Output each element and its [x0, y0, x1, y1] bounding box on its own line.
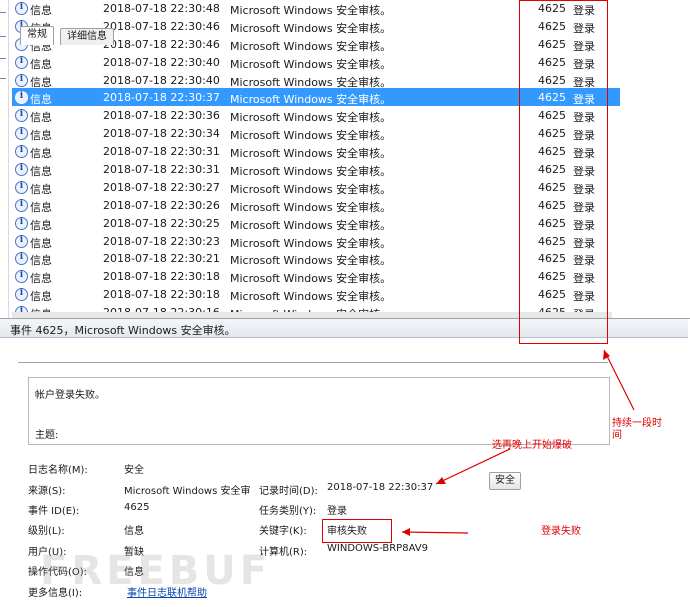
- subject-label: 主题:: [35, 430, 59, 441]
- level-label: 级别(L):: [28, 526, 65, 537]
- log-name-value: 安全: [124, 465, 144, 476]
- info-icon: [15, 163, 28, 177]
- keywords-label: 关键字(K):: [259, 526, 307, 537]
- date-cell: 2018-07-18 22:30:40: [103, 73, 220, 87]
- date-cell: 2018-07-18 22:30:46: [103, 37, 220, 51]
- source-cell: Microsoft Windows 安全审核。: [230, 75, 392, 89]
- task-value: 登录: [327, 506, 347, 517]
- message-box[interactable]: 帐户登录失败。 主题:: [28, 377, 610, 445]
- level-cell: 信息: [30, 4, 52, 17]
- info-icon: [15, 91, 28, 105]
- date-cell: 2018-07-18 22:30:25: [103, 216, 220, 230]
- task-label: 任务类别(Y):: [259, 506, 317, 517]
- info-icon: [15, 252, 28, 266]
- level-cell: 信息: [30, 129, 52, 143]
- info-icon: [15, 127, 28, 141]
- left-tree-strip: [0, 0, 9, 318]
- info-icon: [15, 216, 28, 230]
- source-cell: Microsoft Windows 安全审核。: [230, 200, 392, 214]
- tree-mark: [0, 58, 6, 59]
- event-id-value: 4625: [124, 502, 150, 513]
- tab-general[interactable]: 常规: [20, 26, 54, 45]
- date-cell: 2018-07-18 22:30:23: [103, 234, 220, 248]
- source-value: Microsoft Windows 安全审: [124, 486, 251, 497]
- date-cell: 2018-07-18 22:30:34: [103, 127, 220, 141]
- date-cell: 2018-07-18 22:30:26: [103, 198, 220, 212]
- copy-button[interactable]: 安全: [489, 472, 521, 490]
- event-id-highlight-box: [519, 0, 608, 344]
- source-cell: Microsoft Windows 安全审核。: [230, 21, 392, 35]
- info-icon: [15, 198, 28, 212]
- info-icon: [15, 234, 28, 248]
- source-cell: Microsoft Windows 安全审核。: [230, 4, 392, 17]
- annotation-night-attack: 选再晚上开始爆破: [492, 440, 572, 451]
- level-cell: 信息: [30, 111, 52, 125]
- source-label: 来源(S):: [28, 486, 66, 497]
- date-cell: 2018-07-18 22:30:18: [103, 270, 220, 284]
- source-cell: Microsoft Windows 安全审核。: [230, 39, 392, 53]
- source-cell: Microsoft Windows 安全审核。: [230, 147, 392, 161]
- tree-mark: [0, 36, 6, 37]
- source-cell: Microsoft Windows 安全审核。: [230, 57, 392, 71]
- log-name-label: 日志名称(M):: [28, 465, 88, 476]
- level-cell: 信息: [30, 218, 52, 232]
- level-cell: 信息: [30, 182, 52, 196]
- date-cell: 2018-07-18 22:30:27: [103, 180, 220, 194]
- source-cell: Microsoft Windows 安全审核。: [230, 182, 392, 196]
- watermark: FREEBUF: [40, 548, 272, 594]
- date-cell: 2018-07-18 22:30:31: [103, 145, 220, 159]
- date-cell: 2018-07-18 22:30:31: [103, 163, 220, 177]
- logged-value: 2018-07-18 22:30:37: [327, 482, 434, 493]
- date-cell: 2018-07-18 22:30:36: [103, 109, 220, 123]
- logged-label: 记录时间(D):: [259, 486, 318, 497]
- info-icon: [15, 288, 28, 302]
- level-cell: 信息: [30, 272, 52, 286]
- source-cell: Microsoft Windows 安全审核。: [230, 218, 392, 232]
- message-text: 帐户登录失败。: [35, 390, 105, 401]
- date-cell: 2018-07-18 22:30:21: [103, 252, 220, 266]
- date-cell: 2018-07-18 22:30:37: [103, 91, 220, 105]
- level-cell: 信息: [30, 165, 52, 179]
- level-cell: 信息: [30, 57, 52, 71]
- source-cell: Microsoft Windows 安全审核。: [230, 254, 392, 268]
- info-icon: [15, 180, 28, 194]
- source-cell: Microsoft Windows 安全审核。: [230, 165, 392, 179]
- level-cell: 信息: [30, 236, 52, 250]
- info-icon: [15, 109, 28, 123]
- level-value: 信息: [124, 526, 144, 537]
- info-icon: [15, 270, 28, 284]
- keywords-highlight-box: [322, 519, 392, 543]
- source-cell: Microsoft Windows 安全审核。: [230, 290, 392, 304]
- level-cell: 信息: [30, 93, 52, 107]
- source-cell: Microsoft Windows 安全审核。: [230, 129, 392, 143]
- level-cell: 信息: [30, 290, 52, 304]
- source-cell: Microsoft Windows 安全审核。: [230, 111, 392, 125]
- tab-details[interactable]: 详细信息: [60, 28, 114, 45]
- date-cell: 2018-07-18 22:30:40: [103, 55, 220, 69]
- level-cell: 信息: [30, 147, 52, 161]
- annotation-login-failed: 登录失败: [541, 526, 581, 537]
- level-cell: 信息: [30, 200, 52, 214]
- computer-value: WINDOWS-BRP8AV9: [327, 543, 428, 554]
- annotation-duration-2: 间: [612, 430, 622, 441]
- date-cell: 2018-07-18 22:30:46: [103, 19, 220, 33]
- level-cell: 信息: [30, 75, 52, 89]
- source-cell: Microsoft Windows 安全审核。: [230, 93, 392, 107]
- detail-title: 事件 4625，Microsoft Windows 安全审核。: [10, 324, 236, 337]
- info-icon: [15, 55, 28, 69]
- source-cell: Microsoft Windows 安全审核。: [230, 236, 392, 250]
- info-icon: [15, 73, 28, 87]
- info-icon: [15, 145, 28, 159]
- date-cell: 2018-07-18 22:30:48: [103, 2, 220, 15]
- source-cell: Microsoft Windows 安全审核。: [230, 272, 392, 286]
- info-icon: [15, 2, 28, 15]
- tree-mark: [0, 12, 6, 13]
- date-cell: 2018-07-18 22:30:18: [103, 288, 220, 302]
- event-id-label: 事件 ID(E):: [28, 506, 80, 517]
- tree-mark: [0, 78, 6, 79]
- level-cell: 信息: [30, 254, 52, 268]
